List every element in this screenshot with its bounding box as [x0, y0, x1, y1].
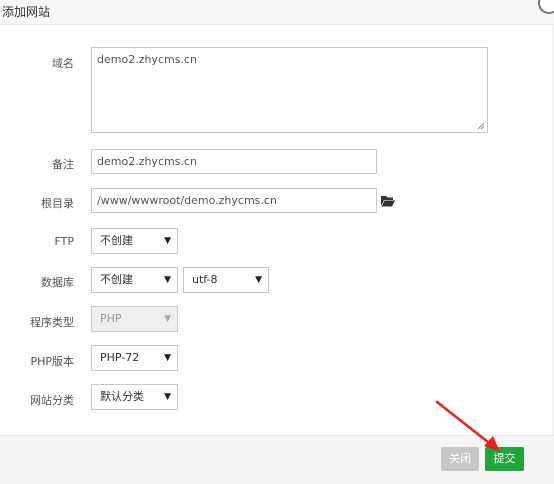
database-select[interactable]: 不创建 ▼ — [91, 267, 178, 293]
ftp-label: FTP — [54, 235, 75, 248]
program-type-select: PHP ▼ — [91, 306, 178, 332]
caret-down-icon: ▼ — [164, 275, 171, 285]
root-input[interactable]: /www/wwwroot/demo.zhycms.cn — [91, 188, 377, 213]
remark-label: 备注 — [52, 158, 74, 171]
dialog-title: 添加网站 — [2, 5, 51, 19]
category-selected: 默认分类 — [100, 390, 144, 403]
ftp-select[interactable]: 不创建 ▼ — [91, 228, 178, 254]
php-version-selected: PHP-72 — [100, 351, 140, 364]
dialog-titlebar: 添加网站 — [0, 0, 554, 25]
folder-open-icon[interactable] — [381, 195, 395, 207]
php-version-select[interactable]: PHP-72 ▼ — [91, 345, 178, 371]
root-value: /www/wwwroot/demo.zhycms.cn — [97, 194, 277, 207]
charset-select[interactable]: utf-8 ▼ — [183, 267, 269, 293]
domain-label: 域名 — [52, 57, 74, 70]
submit-button[interactable]: 提交 — [485, 447, 524, 471]
category-select[interactable]: 默认分类 ▼ — [91, 384, 178, 410]
caret-down-icon: ▼ — [164, 392, 171, 402]
add-site-dialog: 添加网站 域名 demo2.zhycms.cn 备注 demo2.zhycms.… — [0, 0, 554, 484]
caret-down-icon: ▼ — [164, 236, 171, 246]
category-label: 网站分类 — [30, 394, 74, 407]
program-type-label: 程序类型 — [30, 316, 74, 329]
program-type-selected: PHP — [100, 312, 122, 325]
resize-grip-icon[interactable] — [477, 122, 485, 130]
charset-selected: utf-8 — [192, 273, 218, 286]
caret-down-icon: ▼ — [255, 275, 262, 285]
domain-textarea[interactable]: demo2.zhycms.cn — [91, 47, 488, 133]
root-label: 根目录 — [41, 197, 74, 210]
php-version-label: PHP版本 — [30, 355, 74, 368]
ftp-selected: 不创建 — [100, 234, 133, 247]
database-selected: 不创建 — [100, 273, 133, 286]
remark-input[interactable]: demo2.zhycms.cn — [91, 149, 377, 174]
database-label: 数据库 — [41, 276, 74, 289]
remark-value: demo2.zhycms.cn — [97, 155, 197, 168]
caret-down-icon: ▼ — [164, 314, 171, 324]
domain-value: demo2.zhycms.cn — [97, 53, 197, 66]
caret-down-icon: ▼ — [164, 353, 171, 363]
close-button[interactable]: 关闭 — [441, 447, 479, 471]
